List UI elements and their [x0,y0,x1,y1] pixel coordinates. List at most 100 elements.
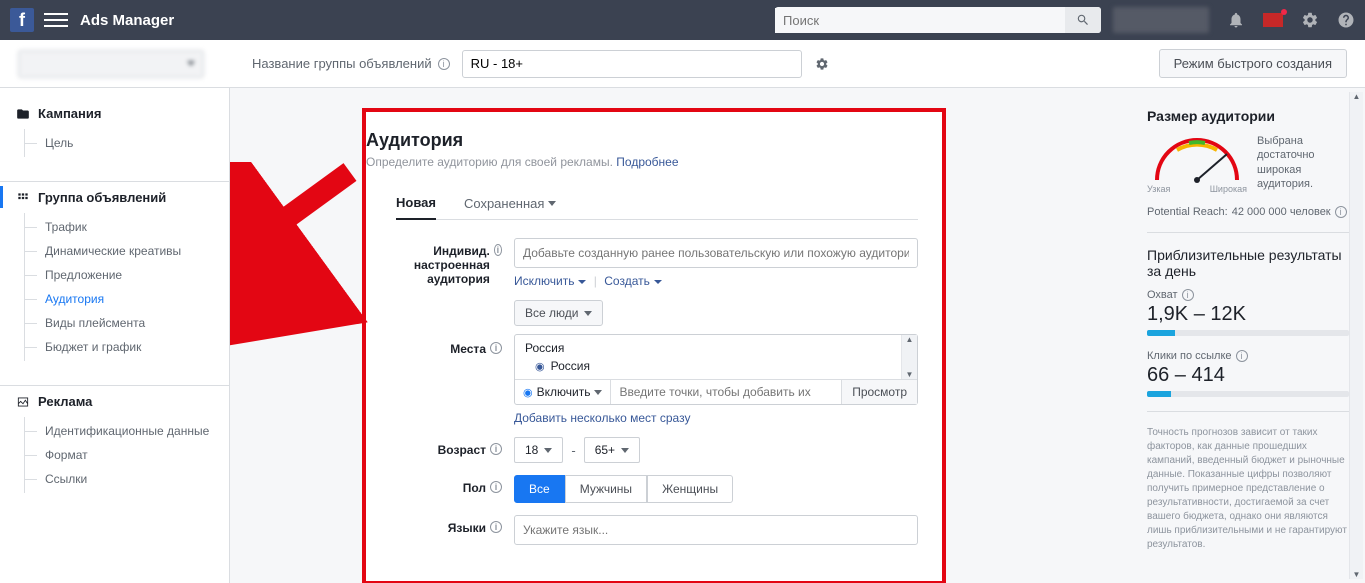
adset-name-input[interactable] [462,50,802,78]
sidebar-head-campaign[interactable]: Кампания [16,106,213,121]
age-max-dropdown[interactable]: 65+ [584,437,640,463]
pin-icon: ◉ [535,360,545,373]
exclude-link[interactable]: Исключить [514,274,586,288]
audience-section: Аудитория Определите аудиторию для своей… [362,108,946,583]
info-icon[interactable]: i [494,244,502,256]
chevron-down-icon [621,448,629,453]
gender-label: Полi [366,475,514,503]
include-exclude-dropdown[interactable]: ◉ Включить [515,380,611,404]
locations-list[interactable]: Россия ◉ Россия ▲▼ [515,335,917,379]
facebook-logo[interactable]: f [10,8,34,32]
hamburger-menu-icon[interactable] [44,8,68,32]
grid-icon [16,191,30,205]
info-icon[interactable]: i [1236,350,1248,362]
flag-notification-icon[interactable] [1263,13,1283,27]
sidebar-item-links[interactable]: Ссылки [25,467,213,491]
sidebar-head-ad[interactable]: Реклама [16,394,213,409]
sidebar-item-dynamic-creative[interactable]: Динамические креативы [25,239,213,263]
age-label: Возрастi [366,437,514,463]
gender-male-button[interactable]: Мужчины [565,475,647,503]
locations-box: Россия ◉ Россия ▲▼ ◉ Включить [514,334,918,405]
estimated-results-title: Приблизительные результаты за день [1147,247,1349,279]
sidebar-item-offer[interactable]: Предложение [25,263,213,287]
sidebar-section-ad: Реклама Идентификационные данные Формат … [0,394,229,509]
image-icon [16,395,30,409]
account-avatar[interactable] [1113,7,1209,33]
view-map-button[interactable]: Просмотр [841,380,917,404]
add-multiple-locations-link[interactable]: Добавить несколько мест сразу [514,411,690,425]
sidebar: Кампания Цель Группа объявлений Трафик Д… [0,88,230,583]
chevron-down-icon [548,201,556,206]
sidebar-item-budget[interactable]: Бюджет и график [25,335,213,359]
search-button[interactable] [1065,7,1101,33]
center-panel: Аудитория Определите аудиторию для своей… [230,88,1131,583]
gauge-status-text: Выбрана достаточно широкая аудитория. [1257,134,1349,191]
info-icon[interactable]: i [438,58,450,70]
audience-tabs: Новая Сохраненная [396,187,918,220]
reach-progress-bar [1147,330,1349,336]
people-in-location-dropdown[interactable]: Все люди [514,300,603,326]
gender-all-button[interactable]: Все [514,475,565,503]
page-scrollbar[interactable]: ▲▼ [1349,92,1363,579]
quick-create-button[interactable]: Режим быстрого создания [1159,49,1347,78]
audience-gauge [1147,134,1247,186]
topbar: f Ads Manager [0,0,1365,40]
gender-female-button[interactable]: Женщины [647,475,733,503]
topbar-actions [1227,11,1355,29]
sidebar-item-identity[interactable]: Идентификационные данные [25,419,213,443]
info-icon[interactable]: i [490,443,502,455]
custom-audience-label: Индивид. настроенная аудиторияi [366,238,514,288]
info-icon[interactable]: i [1182,289,1194,301]
sidebar-item-traffic[interactable]: Трафик [25,215,213,239]
sidebar-item-placements[interactable]: Виды плейсмента [25,311,213,335]
adset-settings-button[interactable] [810,52,834,76]
sidebar-item-format[interactable]: Формат [25,443,213,467]
search-input[interactable] [775,8,1065,33]
age-min-dropdown[interactable]: 18 [514,437,563,463]
info-icon[interactable]: i [490,481,502,493]
languages-input[interactable] [514,515,918,545]
pin-icon: ◉ [523,386,533,399]
custom-audience-input[interactable] [514,238,918,268]
info-icon[interactable]: i [490,521,502,533]
info-icon[interactable]: i [1335,206,1347,218]
audience-subtitle: Определите аудиторию для своей рекламы. … [366,155,918,169]
learn-more-link[interactable]: Подробнее [616,155,678,169]
sidebar-section-adset: Группа объявлений Трафик Динамические кр… [0,190,229,377]
audience-size-title: Размер аудитории [1147,108,1349,124]
subheader: Название группы объявлений i Режим быстр… [0,40,1365,88]
clicks-metric-value: 66 – 414 [1147,364,1349,387]
account-selector[interactable] [18,50,204,78]
audience-title: Аудитория [366,130,918,151]
clicks-metric-label: Клики по ссылкеi [1147,350,1349,362]
app-title: Ads Manager [80,12,174,29]
sidebar-head-adset[interactable]: Группа объявлений [16,190,213,205]
sidebar-item-audience[interactable]: Аудитория [25,287,213,311]
right-panel: Размер аудитории УзкаяШирокая Выбр [1131,88,1365,583]
create-audience-link[interactable]: Создать [604,274,662,288]
tab-saved-audience[interactable]: Сохраненная [464,187,556,219]
search-icon [1076,13,1090,27]
chevron-down-icon [584,311,592,316]
location-search-input[interactable] [611,380,841,404]
places-label: Местаi [366,300,514,425]
help-icon[interactable] [1337,11,1355,29]
scrollbar[interactable]: ▲▼ [901,335,917,379]
potential-reach: Potential Reach:42 000 000 человекi [1147,206,1349,218]
info-icon[interactable]: i [490,342,502,354]
folder-icon [16,107,30,121]
chevron-down-icon [594,390,602,395]
location-selected-item[interactable]: ◉ Россия [535,359,907,373]
reach-metric-value: 1,9K – 12K [1147,303,1349,326]
clicks-progress-bar [1147,391,1349,397]
gear-icon [815,57,829,71]
tab-new-audience[interactable]: Новая [396,187,436,220]
sidebar-item-goal[interactable]: Цель [25,131,213,155]
annotation-arrow-icon [230,162,370,352]
reach-metric-label: Охватi [1147,289,1349,301]
sidebar-section-campaign: Кампания Цель [0,106,229,173]
chevron-down-icon [187,61,195,66]
gear-icon[interactable] [1301,11,1319,29]
bell-icon[interactable] [1227,11,1245,29]
search-box [775,7,1101,33]
